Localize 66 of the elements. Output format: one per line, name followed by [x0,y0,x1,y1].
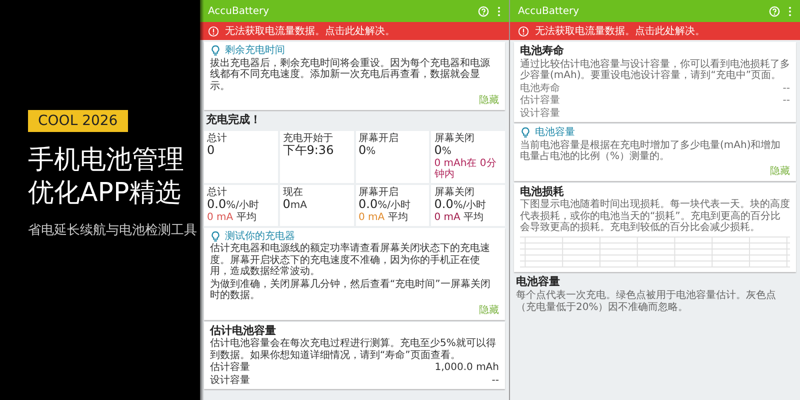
help-icon[interactable] [769,6,780,16]
stat-value: 0 [207,144,216,158]
app-title: AccuBattery [518,6,580,16]
row-value: -- [492,374,499,386]
stat-label: 屏幕关闭 [434,186,476,198]
section-description: 每个点代表一次充电。绿色点被用于电池容量估计。灰色点（充电量低于20%）因不准确而忽略。 [516,290,777,314]
hide-link[interactable]: 隐藏 [479,302,499,317]
stat-label: 屏幕开启 [358,132,400,144]
tip-title: 电池容量 [535,127,575,139]
alert-text: 无法获取电流量数据。点击此处解决。 [225,24,395,38]
tip-text: 为做到准确，关闭屏幕几分钟，然后查看“充电时间”一屏幕关闭时的数据。 [210,278,492,302]
tip-text: 拔出充电器后，剩余充电时间将会重设。因为每个充电器和电源线都有不同充电速度。添加新一次充电后再查看，数据就会显示。 [210,58,491,92]
stat-note: 0 mAh在 0分钟内 [434,158,498,181]
card-title: 估计电池容量 [210,324,277,338]
stat-value: 下午9:36 [282,144,335,158]
row-label: 电池寿命 [520,82,560,94]
app-title: AccuBattery [208,6,270,16]
row-label: 设计容量 [210,374,250,386]
more-icon[interactable] [788,6,792,16]
more-icon[interactable] [497,6,501,16]
stat-note: 0 mA 平均 [207,212,258,224]
stat-label: 现在 [282,186,304,198]
tip-text: 估计充电器和电源线的额定功率请查看屏幕关闭状态下的充电速度。屏幕开启状态下的充电速度不准确，因为你的手机正在使用，造成数据经常波动。 [210,243,491,278]
section-title: 电池容量 [516,276,561,288]
section-title: 充电完成！ [206,114,262,127]
hide-link[interactable]: 隐藏 [770,164,790,178]
row-label: 估计容量 [520,95,560,107]
lightbulb-icon [520,127,531,138]
alert-icon [208,26,219,36]
stat-note: 0 mA 平均 [358,212,409,224]
stat-value: 0mA [282,198,308,212]
stat-label: 总计 [207,132,228,144]
row-value: 1,000.0 mAh [434,362,499,374]
stat-label: 充电开始于 [282,132,334,144]
stat-note: 0 mA 平均 [434,212,485,224]
card-description: 下图显示电池随着时间出现损耗。每一块代表一天。块的高度代表损耗，或你的电池当天的“损耗”。充电到更高的百分比会导致更高的损耗。充电到较低的百分比会减少损耗。 [520,199,790,234]
stat-value: 0.0%/小时 [358,198,412,212]
card-title: 电池寿命 [520,45,565,58]
tip-text: 当前电池容量是根据在充电时增加了多少电量(mAh)和增加电量占电池的比例（%）测量的。 [520,140,782,163]
row-value: -- [782,82,790,94]
stat-label: 总计 [207,186,228,198]
tip-title: 剩余充电时间 [225,45,285,56]
stat-label: 屏幕关闭 [434,132,476,144]
row-label: 设计容量 [520,108,560,120]
banner-title: 手机电池管理优化APP精选 [28,144,185,209]
alert-banner[interactable]: 无法获取电流量数据。点击此处解决。 [510,22,800,40]
lightbulb-icon [210,45,221,56]
stat-value: 0.0%/小时 [434,198,488,212]
row-value: -- [782,95,790,107]
row-label: 估计容量 [210,362,250,374]
stat-value: 0.0%/小时 [207,198,260,212]
help-icon[interactable] [478,6,489,16]
alert-text: 无法获取电流量数据。点击此处解决。 [535,24,705,38]
year-tag: COOL 2026 [28,110,128,132]
card-description: 通过比较估计电池容量与设计容量，你可以看到电池损耗了多少容量(mAh)。要重设电池设计容量，请到“充电中”页面。 [520,58,790,82]
banner-subtitle: 省电延长续航与电池检测工具 [28,222,197,239]
hide-link[interactable]: 隐藏 [479,93,499,107]
alert-banner[interactable]: 无法获取电流量数据。点击此处解决。 [200,22,509,40]
alert-icon [518,26,529,36]
card-title: 电池损耗 [520,186,565,198]
stat-label: 屏幕开启 [358,186,400,198]
tip-title: 测试你的充电器 [225,230,295,242]
card-description: 估计电池容量会在每次充电过程进行测算。充电至少5%就可以得到数据。如果你想知道详细情况，请到“寿命”页面查看。 [210,338,497,362]
lightbulb-icon [210,230,221,242]
stat-value: 0% [434,144,452,158]
stat-value: 0% [358,144,377,158]
